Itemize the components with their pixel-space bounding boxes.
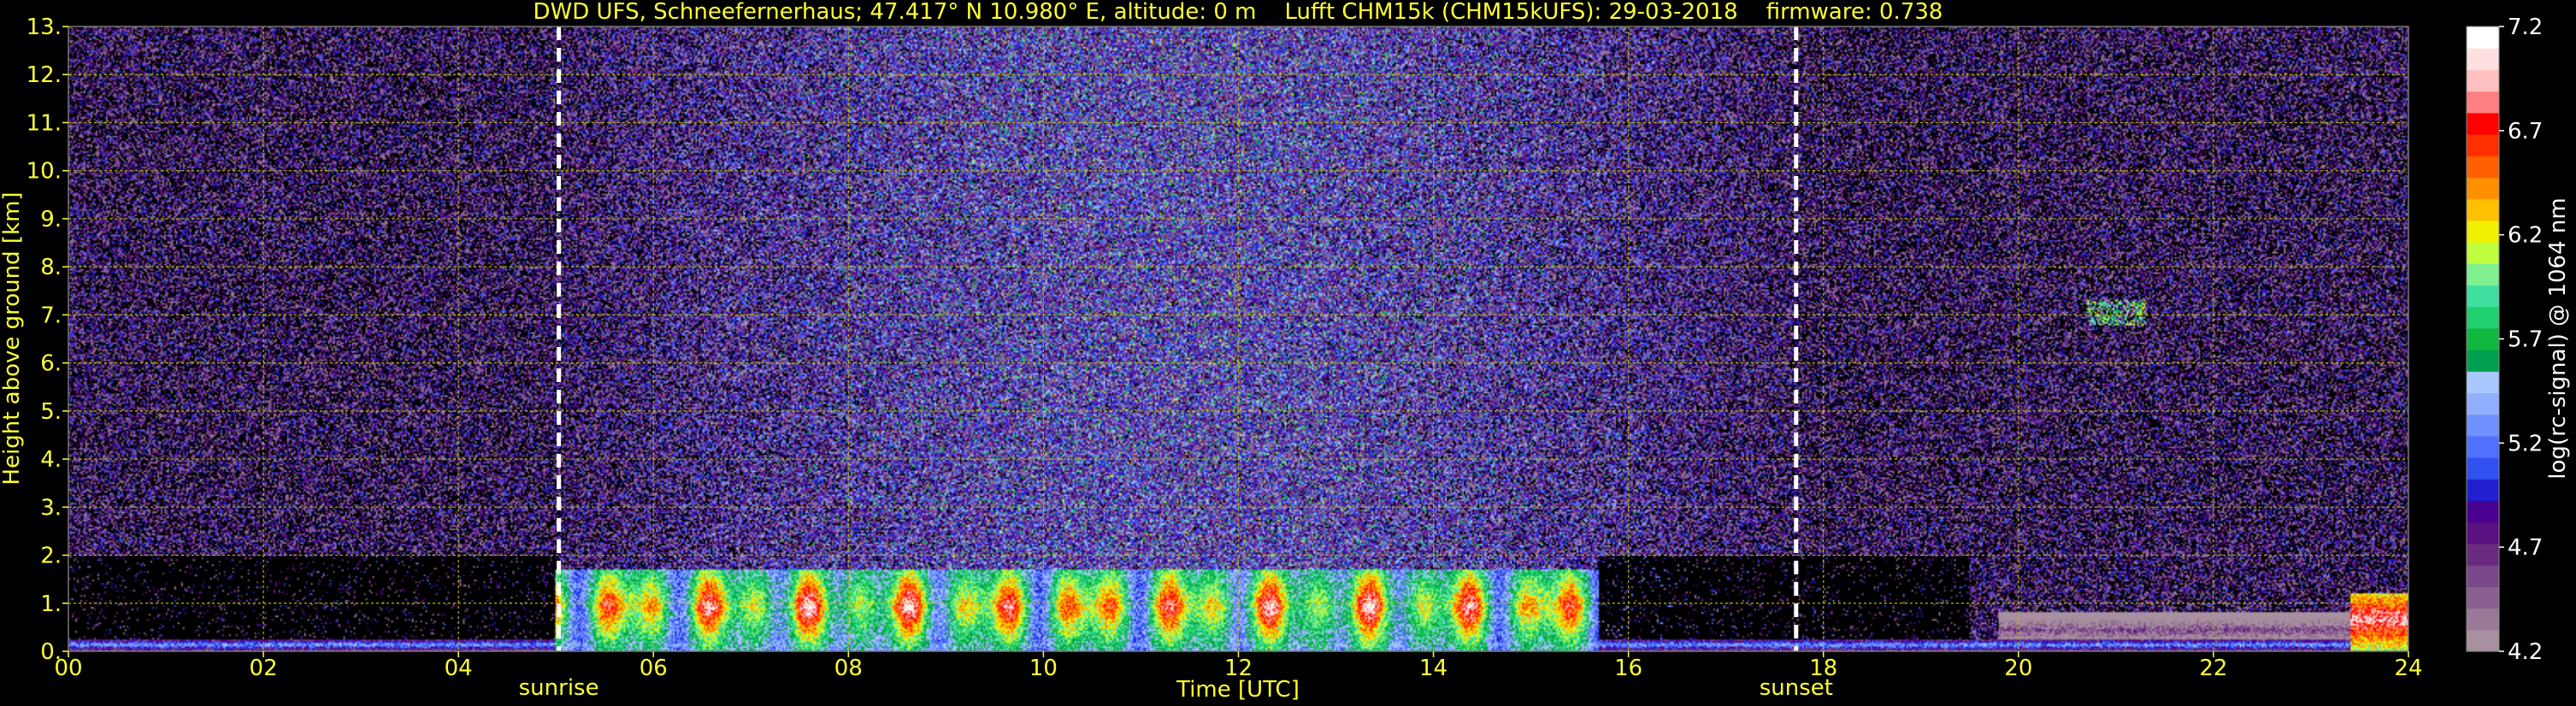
- colorbar-tick-label: 6.2: [2508, 223, 2543, 249]
- colorbar-swatch: [2467, 327, 2499, 350]
- colorbar-swatch: [2467, 26, 2499, 49]
- x-tick-label: 14: [1419, 656, 1447, 681]
- colorbar-tick-label: 4.7: [2508, 535, 2543, 561]
- colorbar-swatch: [2467, 177, 2499, 200]
- y-tick-label: 10.: [27, 159, 62, 185]
- x-tick-label: 22: [2199, 656, 2227, 681]
- x-tick-label: 20: [2004, 656, 2032, 681]
- ceilometer-chart: sunrise sunset 0.1.2.3.4.5.6.7.8.9.10.11.…: [0, 0, 2571, 703]
- x-tick-label: 10: [1029, 656, 1058, 681]
- colorbar-swatch: [2467, 565, 2499, 587]
- colorbar-swatch: [2467, 156, 2499, 179]
- colorbar-swatch: [2467, 263, 2499, 286]
- colorbar-swatch: [2467, 586, 2499, 609]
- colorbar-ticks: 4.2 4.7 5.2 5.7 6.2 6.7 7.2: [2499, 15, 2543, 665]
- colorbar-swatch: [2467, 112, 2499, 135]
- y-axis-label: Height above ground [km]: [0, 191, 25, 485]
- x-tick-label: 00: [54, 656, 82, 681]
- colorbar-tick-label: 5.2: [2508, 431, 2543, 456]
- y-tick-label: 3.: [40, 495, 62, 521]
- colorbar-swatch: [2467, 479, 2499, 502]
- colorbar-swatch: [2467, 371, 2499, 394]
- y-tick-label: 9.: [40, 207, 62, 232]
- colorbar-swatch: [2467, 48, 2499, 71]
- y-tick-label: 2.: [40, 544, 62, 569]
- colorbar-swatch: [2467, 608, 2499, 631]
- colorbar-swatches: [2467, 26, 2499, 652]
- colorbar-swatch: [2467, 543, 2499, 566]
- colorbar-swatch: [2467, 69, 2499, 92]
- y-tick-label: 5.: [40, 399, 62, 425]
- x-tick-label: 06: [640, 656, 668, 681]
- y-tick-label: 4.: [40, 447, 62, 473]
- colorbar: 4.2 4.7 5.2 5.7 6.2 6.7 7.2 log(rc-signal) @ 1…: [2466, 15, 2571, 665]
- chart-title: DWD UFS, Schneefernerhaus; 47.417° N 10.…: [533, 0, 1943, 25]
- colorbar-swatch: [2467, 629, 2499, 652]
- colorbar-swatch: [2467, 457, 2499, 479]
- y-tick-label: 7.: [40, 303, 62, 328]
- y-tick-label: 12.: [27, 62, 62, 88]
- x-tick-label: 24: [2394, 656, 2422, 681]
- x-axis-label: Time [UTC]: [1176, 677, 1300, 703]
- colorbar-swatch: [2467, 220, 2499, 243]
- x-tick-label: 16: [1614, 656, 1642, 681]
- colorbar-swatch: [2467, 414, 2499, 437]
- colorbar-swatch: [2467, 285, 2499, 308]
- colorbar-swatch: [2467, 521, 2499, 544]
- colorbar-swatch: [2467, 91, 2499, 114]
- colorbar-tick-label: 6.7: [2508, 119, 2543, 144]
- x-tick-label: 02: [250, 656, 278, 681]
- y-tick-label: 6.: [40, 351, 62, 377]
- colorbar-swatch: [2467, 350, 2499, 372]
- colorbar-swatch: [2467, 306, 2499, 329]
- x-tick-label: 08: [834, 656, 863, 681]
- x-tick-label: 18: [1809, 656, 1837, 681]
- colorbar-label: log(rc-signal) @ 1064 nm: [2545, 197, 2571, 479]
- y-tick-label: 8.: [40, 255, 62, 280]
- colorbar-swatch: [2467, 392, 2499, 415]
- colorbar-tick-label: 5.7: [2508, 327, 2543, 353]
- y-tick-label: 13.: [27, 15, 62, 40]
- colorbar-tick-label: 7.2: [2508, 15, 2543, 40]
- colorbar-swatch: [2467, 198, 2499, 221]
- y-tick-label: 1.: [40, 591, 62, 617]
- x-tick-label: 04: [445, 656, 473, 681]
- colorbar-swatch: [2467, 435, 2499, 458]
- colorbar-swatch: [2467, 134, 2499, 156]
- y-tick-label: 11.: [27, 110, 62, 136]
- colorbar-swatch: [2467, 242, 2499, 264]
- y-axis-ticks: 0.1.2.3.4.5.6.7.8.9.10.11.12.13.: [27, 15, 68, 665]
- colorbar-swatch: [2467, 500, 2499, 523]
- colorbar-tick-label: 4.2: [2508, 639, 2543, 665]
- sunrise-label: sunrise: [519, 675, 599, 701]
